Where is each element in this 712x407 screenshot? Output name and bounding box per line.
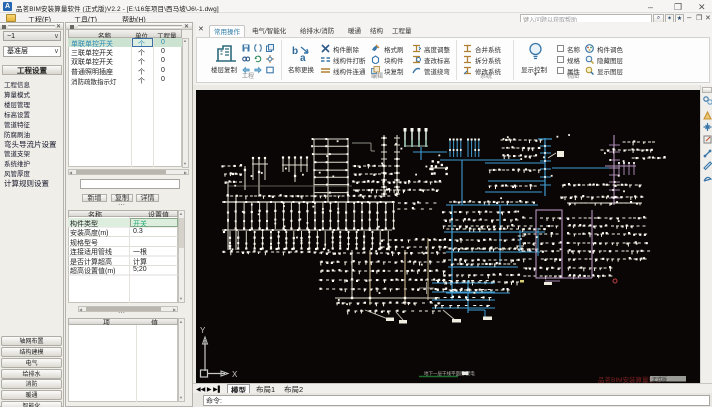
svg-text:a: a: [300, 53, 306, 63]
svg-text:Y: Y: [200, 326, 206, 335]
svg-text:b: b: [292, 46, 298, 57]
svg-text:正式版: 正式版: [652, 376, 667, 383]
svg-text:X: X: [232, 370, 238, 379]
